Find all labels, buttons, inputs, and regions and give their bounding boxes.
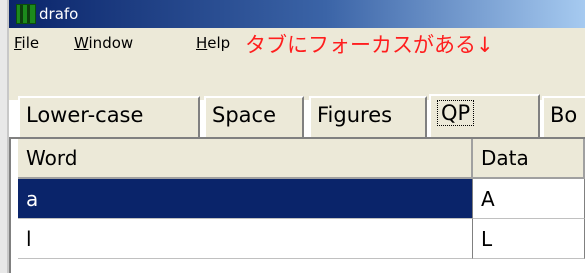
window-frame-left	[0, 0, 7, 273]
tab-space[interactable]: Space	[204, 96, 304, 138]
tab-figures[interactable]: Figures	[309, 96, 427, 138]
window-title: drafo	[39, 5, 79, 23]
app-icon[interactable]	[16, 4, 36, 24]
cell-word[interactable]: l	[18, 219, 473, 259]
menu-window[interactable]: Window	[74, 33, 133, 53]
column-header-word[interactable]: Word	[18, 139, 473, 179]
column-header-data[interactable]: Data	[473, 139, 585, 179]
tab-bo[interactable]: Bo	[542, 96, 585, 138]
menu-help[interactable]: Help	[196, 33, 230, 53]
title-bar[interactable]	[9, 0, 585, 28]
cell-data[interactable]: L	[473, 219, 585, 259]
cell-word[interactable]: a	[18, 179, 473, 219]
cell-data[interactable]: A	[473, 179, 585, 219]
tab-lower-case[interactable]: Lower-case	[18, 96, 200, 138]
menu-file[interactable]: File	[14, 33, 39, 53]
tab-qp[interactable]: QP	[429, 94, 540, 140]
focus-rectangle: QP	[437, 100, 475, 126]
